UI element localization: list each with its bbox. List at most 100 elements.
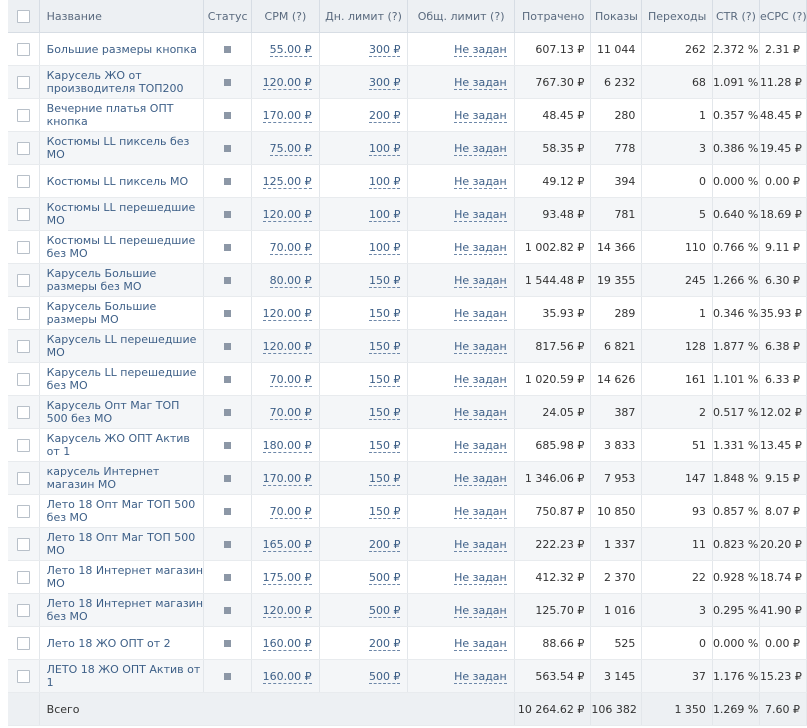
row-checkbox[interactable] <box>16 339 30 353</box>
campaign-name[interactable]: Лето 18 Интернет магазин МО <box>39 560 205 594</box>
daily-limit-link[interactable]: 100 ₽ <box>368 141 401 156</box>
cpm-link[interactable]: 70.00 ₽ <box>269 504 312 519</box>
campaign-name[interactable]: Костюмы LL перешедшие МО <box>39 197 205 231</box>
table-row[interactable]: Карусель ЖО ОПТ Актив от 1 180.00 ₽ 150 ₽ Н… <box>8 428 807 462</box>
table-row[interactable]: Карусель Большие размеры без МО 80.00 ₽ 15… <box>8 263 807 297</box>
cpm-link[interactable]: 125.00 ₽ <box>262 174 312 189</box>
name-column-header[interactable]: Название <box>39 0 205 33</box>
row-checkbox[interactable] <box>16 471 30 485</box>
daily-limit-link[interactable]: 150 ₽ <box>368 504 401 519</box>
campaign-name[interactable]: Костюмы LL пиксель МО <box>39 164 205 198</box>
cpm-link[interactable]: 55.00 ₽ <box>269 42 312 57</box>
cpm-link[interactable]: 70.00 ₽ <box>269 405 312 420</box>
total-limit-link[interactable]: Не задан <box>454 141 507 156</box>
row-checkbox[interactable] <box>16 603 30 617</box>
row-checkbox[interactable] <box>16 504 30 518</box>
status-square-icon[interactable] <box>224 343 232 350</box>
total-limit-link[interactable]: Не задан <box>454 669 507 684</box>
daily-limit-link[interactable]: 500 ₽ <box>368 570 401 585</box>
campaign-name[interactable]: ЛЕТО 18 ЖО ОПТ Актив от 1 <box>39 659 205 693</box>
status-square-icon[interactable] <box>224 673 232 680</box>
total-limit-link[interactable]: Не задан <box>454 570 507 585</box>
row-checkbox[interactable] <box>16 438 30 452</box>
total-limit-link[interactable]: Не задан <box>454 372 507 387</box>
total-limit-link[interactable]: Не задан <box>454 438 507 453</box>
campaign-name[interactable]: Костюмы LL перешедшие без МО <box>39 230 205 264</box>
daily-limit-link[interactable]: 300 ₽ <box>368 75 401 90</box>
row-checkbox[interactable] <box>16 240 30 254</box>
campaign-name[interactable]: Лето 18 ЖО ОПТ от 2 <box>39 626 205 660</box>
cpm-link[interactable]: 160.00 ₽ <box>262 636 312 651</box>
table-row[interactable]: Карусель ЖО от производителя ТОП200 120.0… <box>8 65 807 99</box>
row-checkbox[interactable] <box>16 42 30 56</box>
spent-column-header[interactable]: Потрачено <box>514 0 592 33</box>
status-square-icon[interactable] <box>224 145 232 152</box>
campaign-name[interactable]: Карусель Опт Маг ТОП 500 без МО <box>39 395 205 429</box>
daily-limit-link[interactable]: 100 ₽ <box>368 240 401 255</box>
daily-limit-link[interactable]: 100 ₽ <box>368 174 401 189</box>
row-checkbox[interactable] <box>16 273 30 287</box>
total-limit-link[interactable]: Не задан <box>454 174 507 189</box>
status-square-icon[interactable] <box>224 376 232 383</box>
status-square-icon[interactable] <box>224 178 232 185</box>
cpm-link[interactable]: 120.00 ₽ <box>262 207 312 222</box>
total-limit-link[interactable]: Не задан <box>454 537 507 552</box>
row-checkbox[interactable] <box>16 570 30 584</box>
total-limit-column-header[interactable]: Общ. лимит (?) <box>407 0 515 33</box>
table-row[interactable]: Лето 18 Интернет магазин без МО 120.00 ₽ 5… <box>8 593 807 627</box>
campaign-name[interactable]: карусель Интернет магазин МО <box>39 461 205 495</box>
shows-column-header[interactable]: Показы <box>590 0 643 33</box>
status-square-icon[interactable] <box>224 409 232 416</box>
daily-limit-link[interactable]: 200 ₽ <box>368 537 401 552</box>
campaign-name[interactable]: Карусель Большие размеры без МО <box>39 263 205 297</box>
cpm-link[interactable]: 120.00 ₽ <box>262 75 312 90</box>
row-checkbox[interactable] <box>16 207 30 221</box>
daily-limit-link[interactable]: 100 ₽ <box>368 207 401 222</box>
campaign-name[interactable]: Лето 18 Опт Маг ТОП 500 без МО <box>39 494 205 528</box>
daily-limit-link[interactable]: 200 ₽ <box>368 108 401 123</box>
cpm-link[interactable]: 160.00 ₽ <box>262 669 312 684</box>
campaign-name[interactable]: Костюмы LL пиксель без МО <box>39 131 205 165</box>
table-row[interactable]: Костюмы LL пиксель МО 125.00 ₽ 100 ₽ Не зад… <box>8 164 807 198</box>
table-row[interactable]: Карусель LL перешедшие МО 120.00 ₽ 150 ₽ Не… <box>8 329 807 363</box>
daily-limit-link[interactable]: 500 ₽ <box>368 603 401 618</box>
table-row[interactable]: Костюмы LL перешедшие без МО 70.00 ₽ 100 ₽… <box>8 230 807 264</box>
cpm-link[interactable]: 75.00 ₽ <box>269 141 312 156</box>
status-square-icon[interactable] <box>224 442 232 449</box>
campaign-name[interactable]: Лето 18 Интернет магазин без МО <box>39 593 205 627</box>
table-row[interactable]: Вечерние платья ОПТ кнопка 170.00 ₽ 200 ₽ Н… <box>8 98 807 132</box>
campaign-name[interactable]: Карусель ЖО ОПТ Актив от 1 <box>39 428 205 462</box>
row-checkbox[interactable] <box>16 141 30 155</box>
row-checkbox[interactable] <box>16 306 30 320</box>
cpm-link[interactable]: 165.00 ₽ <box>262 537 312 552</box>
cpm-link[interactable]: 80.00 ₽ <box>269 273 312 288</box>
ecpc-column-header[interactable]: eCPC (?) <box>759 0 807 33</box>
row-checkbox[interactable] <box>16 372 30 386</box>
daily-limit-link[interactable]: 300 ₽ <box>368 42 401 57</box>
status-square-icon[interactable] <box>224 112 232 119</box>
row-checkbox[interactable] <box>16 174 30 188</box>
daily-limit-column-header[interactable]: Дн. лимит (?) <box>319 0 409 33</box>
table-row[interactable]: Лето 18 ЖО ОПТ от 2 160.00 ₽ 200 ₽ Не задан… <box>8 626 807 660</box>
status-square-icon[interactable] <box>224 79 232 86</box>
campaign-name[interactable]: Карусель LL перешедшие без МО <box>39 362 205 396</box>
table-row[interactable]: Костюмы LL перешедшие МО 120.00 ₽ 100 ₽ Не … <box>8 197 807 231</box>
status-square-icon[interactable] <box>224 508 232 515</box>
total-limit-link[interactable]: Не задан <box>454 207 507 222</box>
cpm-link[interactable]: 170.00 ₽ <box>262 108 312 123</box>
daily-limit-link[interactable]: 150 ₽ <box>368 306 401 321</box>
status-square-icon[interactable] <box>224 46 232 53</box>
table-row[interactable]: Лето 18 Интернет магазин МО 175.00 ₽ 500 ₽… <box>8 560 807 594</box>
status-square-icon[interactable] <box>224 310 232 317</box>
total-limit-link[interactable]: Не задан <box>454 636 507 651</box>
table-row[interactable]: Большие размеры кнопка 55.00 ₽ 300 ₽ Не зад… <box>8 32 807 66</box>
status-square-icon[interactable] <box>224 574 232 581</box>
row-checkbox[interactable] <box>16 669 30 683</box>
table-row[interactable]: Карусель Опт Маг ТОП 500 без МО 70.00 ₽ 15… <box>8 395 807 429</box>
total-limit-link[interactable]: Не задан <box>454 240 507 255</box>
row-checkbox[interactable] <box>16 75 30 89</box>
status-square-icon[interactable] <box>224 475 232 482</box>
table-row[interactable]: Карусель Большие размеры МО 120.00 ₽ 150 ₽… <box>8 296 807 330</box>
campaign-name[interactable]: Большие размеры кнопка <box>39 32 205 66</box>
clicks-column-header[interactable]: Переходы <box>641 0 713 33</box>
